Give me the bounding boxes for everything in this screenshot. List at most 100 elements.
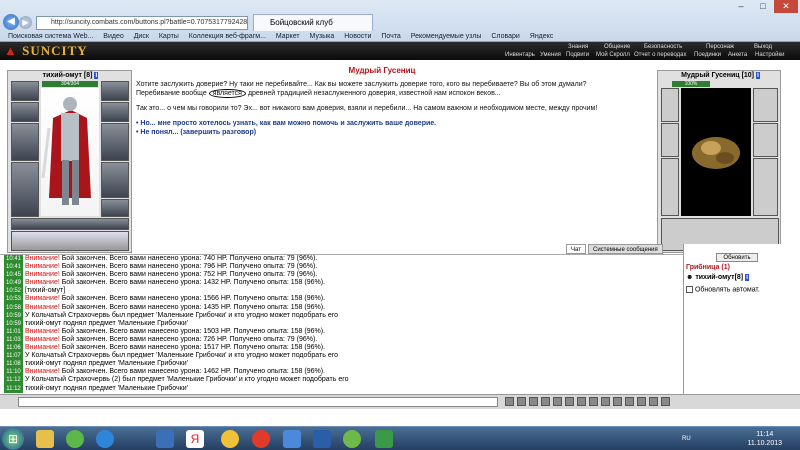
- chat-tool-icon[interactable]: [565, 397, 574, 406]
- favorite-link[interactable]: Музыка: [310, 31, 335, 42]
- dialog-option-end[interactable]: • Не понял... (завершить разговор): [136, 128, 628, 137]
- tab-system-messages[interactable]: Системные сообщения: [588, 244, 663, 254]
- chat-time: 10:59: [4, 311, 23, 320]
- chat-message: тихий-омут поднял предмет 'Маленькие Гри…: [25, 384, 188, 392]
- explorer-icon[interactable]: [36, 430, 54, 448]
- menu-character[interactable]: Персонаж: [706, 44, 734, 50]
- leggings-slot[interactable]: [101, 162, 129, 198]
- menu-transfers[interactable]: Отчет о переводах: [634, 52, 687, 58]
- dialog-option-help[interactable]: • Но... мне просто хотелось узнать, как …: [136, 119, 628, 128]
- favorite-link[interactable]: Яндекс: [530, 31, 554, 42]
- app-icon[interactable]: [66, 430, 84, 448]
- favorite-link[interactable]: Карты: [159, 31, 179, 42]
- favorite-link[interactable]: Коллекция веб-фрагм...: [189, 31, 266, 42]
- browser-tab[interactable]: Бойцовский клуб: [253, 14, 373, 31]
- chat-tool-icon[interactable]: [625, 397, 634, 406]
- game-icon[interactable]: [343, 430, 361, 448]
- chat-tool-icon[interactable]: [553, 397, 562, 406]
- helmet-slot[interactable]: [11, 81, 39, 101]
- amulet-slot[interactable]: [11, 102, 39, 122]
- refresh-button[interactable]: Обновить: [716, 253, 758, 262]
- favorite-link[interactable]: Видео: [103, 31, 123, 42]
- chat-tool-icon[interactable]: [589, 397, 598, 406]
- shield-slot[interactable]: [101, 123, 129, 161]
- ie-icon[interactable]: [96, 430, 114, 448]
- belt-slot[interactable]: [11, 218, 129, 230]
- chat-tool-icon[interactable]: [661, 397, 670, 406]
- language-indicator[interactable]: RU: [682, 436, 691, 442]
- chat-tool-icon[interactable]: [649, 397, 658, 406]
- menu-inventory[interactable]: Инвентарь: [505, 52, 535, 58]
- menu-knowledge[interactable]: Знания: [568, 44, 588, 50]
- dialog-text: Хотите заслужить доверие? Ну таки не пер…: [136, 80, 628, 98]
- address-bar[interactable]: http://suncity.combats.com/buttons.pl?ba…: [36, 16, 248, 30]
- game-logo: ▲ SUNCITY: [4, 43, 88, 58]
- chat-tool-icon[interactable]: [613, 397, 622, 406]
- menu-exit[interactable]: Выход: [754, 44, 772, 50]
- chat-tool-icon[interactable]: [529, 397, 538, 406]
- tab-chat[interactable]: Чат: [566, 244, 586, 254]
- caterpillar-image: [692, 137, 740, 169]
- chat-tool-icon[interactable]: [577, 397, 586, 406]
- favorite-link[interactable]: Рекомендуемые узлы: [411, 31, 482, 42]
- chat-tool-icon[interactable]: [541, 397, 550, 406]
- auto-refresh-row[interactable]: Обновлять автомат.: [686, 286, 760, 293]
- auto-refresh-checkbox[interactable]: [686, 286, 693, 293]
- close-button[interactable]: ✕: [774, 0, 798, 13]
- chat-tool-icon[interactable]: [517, 397, 526, 406]
- browser-chrome: ◀ ▶ http://suncity.combats.com/buttons.p…: [0, 0, 800, 42]
- knight-image: [41, 97, 91, 205]
- favorite-link[interactable]: Диск: [134, 31, 149, 42]
- info-icon[interactable]: i: [755, 72, 760, 79]
- menu-settings[interactable]: Настройки: [755, 52, 784, 58]
- yandex-icon[interactable]: Я: [186, 430, 204, 448]
- media-icon[interactable]: [156, 430, 174, 448]
- yandex-browser-icon[interactable]: [252, 430, 270, 448]
- bracers-slot[interactable]: [101, 102, 129, 122]
- menu-fights[interactable]: Поединки: [694, 52, 721, 58]
- chat-tool-icon[interactable]: [505, 397, 514, 406]
- start-button[interactable]: ⊞: [2, 428, 24, 450]
- menu-scroll[interactable]: Мой Скролл: [596, 52, 630, 58]
- favorite-link[interactable]: Почта: [381, 31, 400, 42]
- info-icon[interactable]: i: [745, 274, 750, 281]
- maximize-button[interactable]: □: [752, 0, 774, 13]
- chat-warning: Внимание!: [25, 303, 60, 311]
- app-icon[interactable]: [283, 430, 301, 448]
- player-icon: ☻: [686, 274, 694, 281]
- armor-slot[interactable]: [11, 162, 39, 217]
- chat-log: 10:41 Внимание! Бой закончен. Всего вами …: [0, 254, 683, 394]
- menu-communication[interactable]: Общение: [604, 44, 630, 50]
- location-player[interactable]: ☻ тихий-омут[8] i: [686, 274, 750, 281]
- menu-feats[interactable]: Подвиги: [566, 52, 589, 58]
- app-icon[interactable]: [375, 430, 393, 448]
- player-level: [8]: [83, 72, 93, 79]
- auto-refresh-label: Обновлять автомат.: [694, 286, 760, 294]
- favorite-link[interactable]: Маркет: [276, 31, 300, 42]
- menu-security[interactable]: Безопасность: [644, 44, 682, 50]
- app-icon[interactable]: [313, 430, 331, 448]
- clock-time: 11:14: [756, 431, 774, 438]
- chat-row: 11:06 Внимание! Бой закончен. Всего вами …: [0, 344, 683, 353]
- chat-tool-icon[interactable]: [637, 397, 646, 406]
- chat-tool-icon[interactable]: [601, 397, 610, 406]
- weapon-slot[interactable]: [11, 123, 39, 161]
- forward-button[interactable]: ▶: [19, 16, 32, 29]
- info-icon[interactable]: i: [94, 72, 99, 79]
- menu-skills[interactable]: Умения: [540, 52, 561, 58]
- favorite-link[interactable]: Словари: [491, 31, 519, 42]
- location-player-name: тихий-омут[8]: [695, 274, 744, 281]
- monster-name: Мудрый Гусениц [10] i: [658, 71, 783, 80]
- favorite-link[interactable]: Поисковая система Web...: [8, 31, 93, 42]
- chat-row: 11:12 У Кольчатый Страхочервь (2) был пре…: [0, 376, 683, 385]
- mail-icon[interactable]: [221, 430, 239, 448]
- clock[interactable]: 11:14 11.10.2013: [747, 430, 782, 448]
- boots-slot[interactable]: [101, 199, 129, 217]
- favorite-link[interactable]: Новости: [344, 31, 371, 42]
- menu-profile[interactable]: Анкета: [728, 52, 747, 58]
- monster-slot: [753, 158, 778, 216]
- gloves-slot[interactable]: [101, 81, 129, 101]
- chat-input[interactable]: [18, 397, 498, 407]
- back-button[interactable]: ◀: [3, 14, 19, 30]
- minimize-button[interactable]: –: [730, 0, 752, 13]
